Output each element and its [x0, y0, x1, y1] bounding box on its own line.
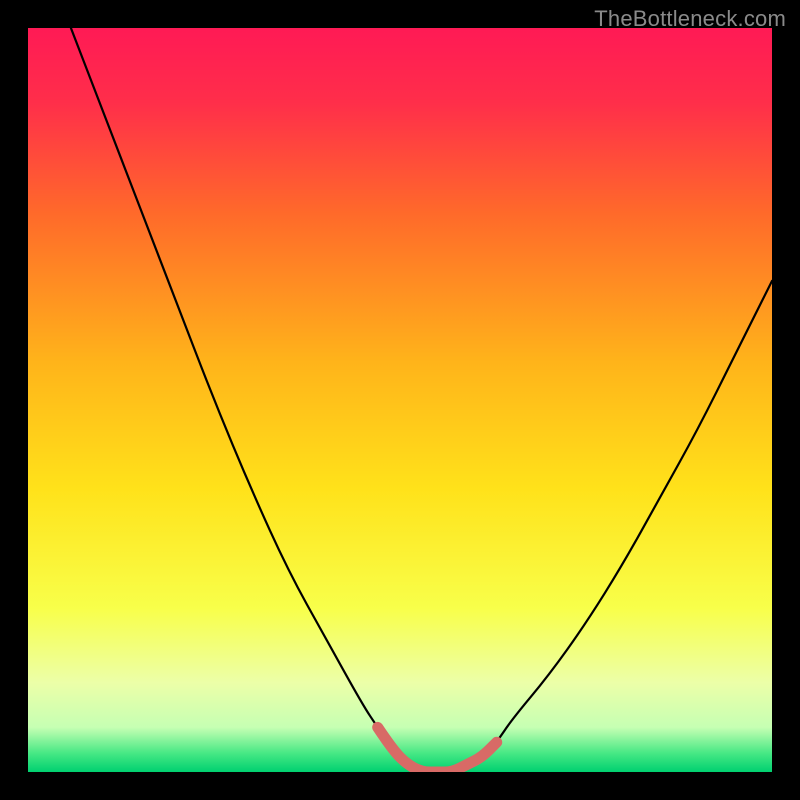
gradient-background: [28, 28, 772, 772]
chart-svg: [28, 28, 772, 772]
chart-frame: TheBottleneck.com: [0, 0, 800, 800]
watermark-text: TheBottleneck.com: [594, 6, 786, 32]
plot-area: [28, 28, 772, 772]
